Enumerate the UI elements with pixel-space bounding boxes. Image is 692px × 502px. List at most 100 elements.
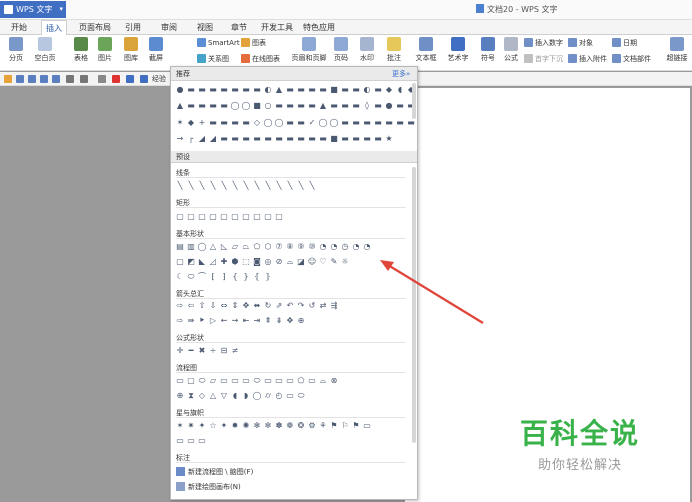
- shape-icon[interactable]: ⌒: [197, 272, 207, 282]
- watermark-button[interactable]: 水印: [356, 37, 378, 69]
- basic-shapes-row-1[interactable]: ▤ ▥ ◯ △ ◺ ▱ ⏢ ⬠ ⬡ ⑦ ⑧ ⑨ ⑩ ◔ ◔ ◷ ◔ ◔: [175, 242, 372, 252]
- shape-icon[interactable]: ↶: [285, 301, 295, 311]
- shape-icon[interactable]: ▢: [230, 212, 240, 222]
- stars-row-1[interactable]: ✶ ✷ ✦ ☆ ✦ ✹ ✺ ✻ ✼ ✽ ❁ ❂ ⚙ ⚘ ⚑ ⚐ ⚑ ▭: [175, 421, 372, 431]
- shape-icon[interactable]: ▭: [230, 376, 240, 386]
- shape-icon[interactable]: ◯: [263, 118, 273, 128]
- shape-icon[interactable]: ⚙: [307, 421, 317, 431]
- shape-icon[interactable]: ◆: [186, 118, 196, 128]
- shape-icon[interactable]: ▭: [241, 376, 251, 386]
- shape-icon[interactable]: ✽: [274, 421, 284, 431]
- shape-icon[interactable]: ⊗: [329, 376, 339, 386]
- recommend-row-4[interactable]: → ┌ ◢ ◢ ▬ ▬ ▬ ▬ ▬ ▬ ▬ ▬ ▬ ▬ ■ ▬ ▬ ▬ ▬ ★: [175, 134, 394, 144]
- doc-part-button[interactable]: 文档部件: [612, 54, 651, 64]
- shape-icon[interactable]: ⇔: [219, 301, 229, 311]
- lines-row[interactable]: ╲ ╲ ╲ ╲ ╲ ╲ ╲ ╲ ╲ ╲ ╲ ╲ ╲: [175, 181, 317, 191]
- shape-icon[interactable]: ✖: [197, 346, 207, 356]
- shape-icon[interactable]: ▬: [274, 101, 284, 111]
- formula-row[interactable]: ✛ ━ ✖ ÷ ⊟ ≠: [175, 346, 240, 356]
- shape-icon[interactable]: ◯: [241, 101, 251, 111]
- shape-icon[interactable]: ✺: [241, 421, 251, 431]
- shape-icon[interactable]: ╲: [175, 181, 185, 191]
- preset-scrollbar[interactable]: [412, 167, 416, 443]
- basic-shapes-row-3[interactable]: ☾ ⬭ ⌒ ⁅ ⁆{} ⦃ ⦄: [175, 272, 273, 282]
- shape-icon[interactable]: ▭: [285, 391, 295, 401]
- print-icon[interactable]: [40, 75, 48, 83]
- shape-icon[interactable]: ◇: [197, 391, 207, 401]
- shape-icon[interactable]: ▬: [307, 134, 317, 144]
- shape-icon[interactable]: ■: [252, 101, 262, 111]
- shape-icon[interactable]: ⇜: [219, 316, 229, 326]
- shape-icon[interactable]: ⊕: [175, 391, 185, 401]
- redo-icon[interactable]: [80, 75, 88, 83]
- shape-icon[interactable]: ▱: [230, 242, 240, 252]
- shape-icon[interactable]: ⚑: [329, 421, 339, 431]
- shape-icon[interactable]: ▬: [351, 118, 361, 128]
- shape-icon[interactable]: ◯: [197, 242, 207, 252]
- shape-icon[interactable]: ❂: [296, 421, 306, 431]
- date-button[interactable]: 日期: [612, 38, 637, 48]
- shape-icon[interactable]: ⯈: [197, 316, 207, 326]
- wordart-button[interactable]: 艺术字: [444, 37, 472, 69]
- share-icon[interactable]: [126, 75, 134, 83]
- shape-icon[interactable]: ╲: [241, 181, 251, 191]
- picture-button[interactable]: 图片: [94, 37, 116, 69]
- online-chart-button[interactable]: 在线图表: [241, 54, 280, 64]
- chart-button[interactable]: 图表: [241, 38, 266, 48]
- shape-icon[interactable]: ▬: [296, 118, 306, 128]
- shape-icon[interactable]: ◔: [362, 242, 372, 252]
- shape-icon[interactable]: ▲: [318, 101, 328, 111]
- shape-icon[interactable]: ▬: [395, 118, 405, 128]
- shape-icon[interactable]: ◔: [351, 242, 361, 252]
- shape-icon[interactable]: ◖: [230, 391, 240, 401]
- shape-icon[interactable]: ▬: [208, 101, 218, 111]
- shape-icon[interactable]: ◊: [362, 101, 372, 111]
- shape-icon[interactable]: ↺: [307, 301, 317, 311]
- shape-icon[interactable]: ▬: [373, 118, 383, 128]
- shape-icon[interactable]: ⬡: [263, 242, 273, 252]
- shape-icon[interactable]: ━: [186, 346, 196, 356]
- shape-icon[interactable]: ▬: [340, 134, 350, 144]
- shape-icon[interactable]: ▬: [351, 85, 361, 95]
- wps-app-menu-button[interactable]: WPS 文字 ▾: [0, 1, 66, 18]
- shape-icon[interactable]: ⚐: [340, 421, 350, 431]
- wps-cloud-icon[interactable]: [112, 75, 120, 83]
- shape-icon[interactable]: ▬: [230, 85, 240, 95]
- shape-icon[interactable]: ╲: [274, 181, 284, 191]
- shape-icon[interactable]: ╲: [219, 181, 229, 191]
- shape-icon[interactable]: ▬: [197, 101, 207, 111]
- shape-icon[interactable]: ▭: [307, 376, 317, 386]
- shape-icon[interactable]: ⬢: [230, 257, 240, 267]
- shape-icon[interactable]: ╲: [285, 181, 295, 191]
- shape-icon[interactable]: ▬: [219, 118, 229, 128]
- shape-icon[interactable]: ⇞: [263, 316, 273, 326]
- shape-icon[interactable]: ☼: [340, 257, 350, 267]
- symbol-button[interactable]: 符号: [478, 37, 498, 69]
- new-flowchart-item[interactable]: 新建流程图 \ 脑图(F): [176, 467, 253, 477]
- shape-icon[interactable]: ▭: [175, 376, 185, 386]
- shape-icon[interactable]: ✥: [241, 301, 251, 311]
- tab-references[interactable]: 引用: [122, 20, 144, 35]
- shape-icon[interactable]: ▬: [351, 134, 361, 144]
- shape-icon[interactable]: ▬: [186, 85, 196, 95]
- shape-icon[interactable]: ◢: [197, 134, 207, 144]
- shape-icon[interactable]: ▬: [197, 85, 207, 95]
- shape-icon[interactable]: ▬: [307, 101, 317, 111]
- more-link[interactable]: 更多»: [392, 69, 410, 79]
- shape-icon[interactable]: ▬: [219, 134, 229, 144]
- shape-icon[interactable]: ▬: [318, 134, 328, 144]
- shape-icon[interactable]: ▢: [274, 212, 284, 222]
- shape-icon[interactable]: ◴: [274, 391, 284, 401]
- shape-icon[interactable]: ▭: [362, 421, 372, 431]
- relation-diagram-button[interactable]: 关系图: [197, 54, 229, 64]
- rectangles-row[interactable]: ▢ ▢ ▢ ▢ ▢ ▢ ▢ ▢ ▢ ▢: [175, 212, 284, 222]
- object-button[interactable]: 对象: [568, 38, 593, 48]
- shape-icon[interactable]: ■: [329, 134, 339, 144]
- flowchart-row-1[interactable]: ▭ ▢ ⬭ ▱ ▭ ▭ ▭ ⬭ ▭ ▭ ▭ ⬠ ▭ ⌓ ⊗: [175, 376, 339, 386]
- shape-icon[interactable]: ✹: [230, 421, 240, 431]
- shape-icon[interactable]: △: [208, 391, 218, 401]
- shape-icon[interactable]: ⧗: [186, 391, 196, 401]
- tab-page-layout[interactable]: 页面布局: [78, 20, 112, 35]
- stars-row-2[interactable]: ▭ ▭ ▭: [175, 436, 207, 446]
- shape-icon[interactable]: ◿: [208, 257, 218, 267]
